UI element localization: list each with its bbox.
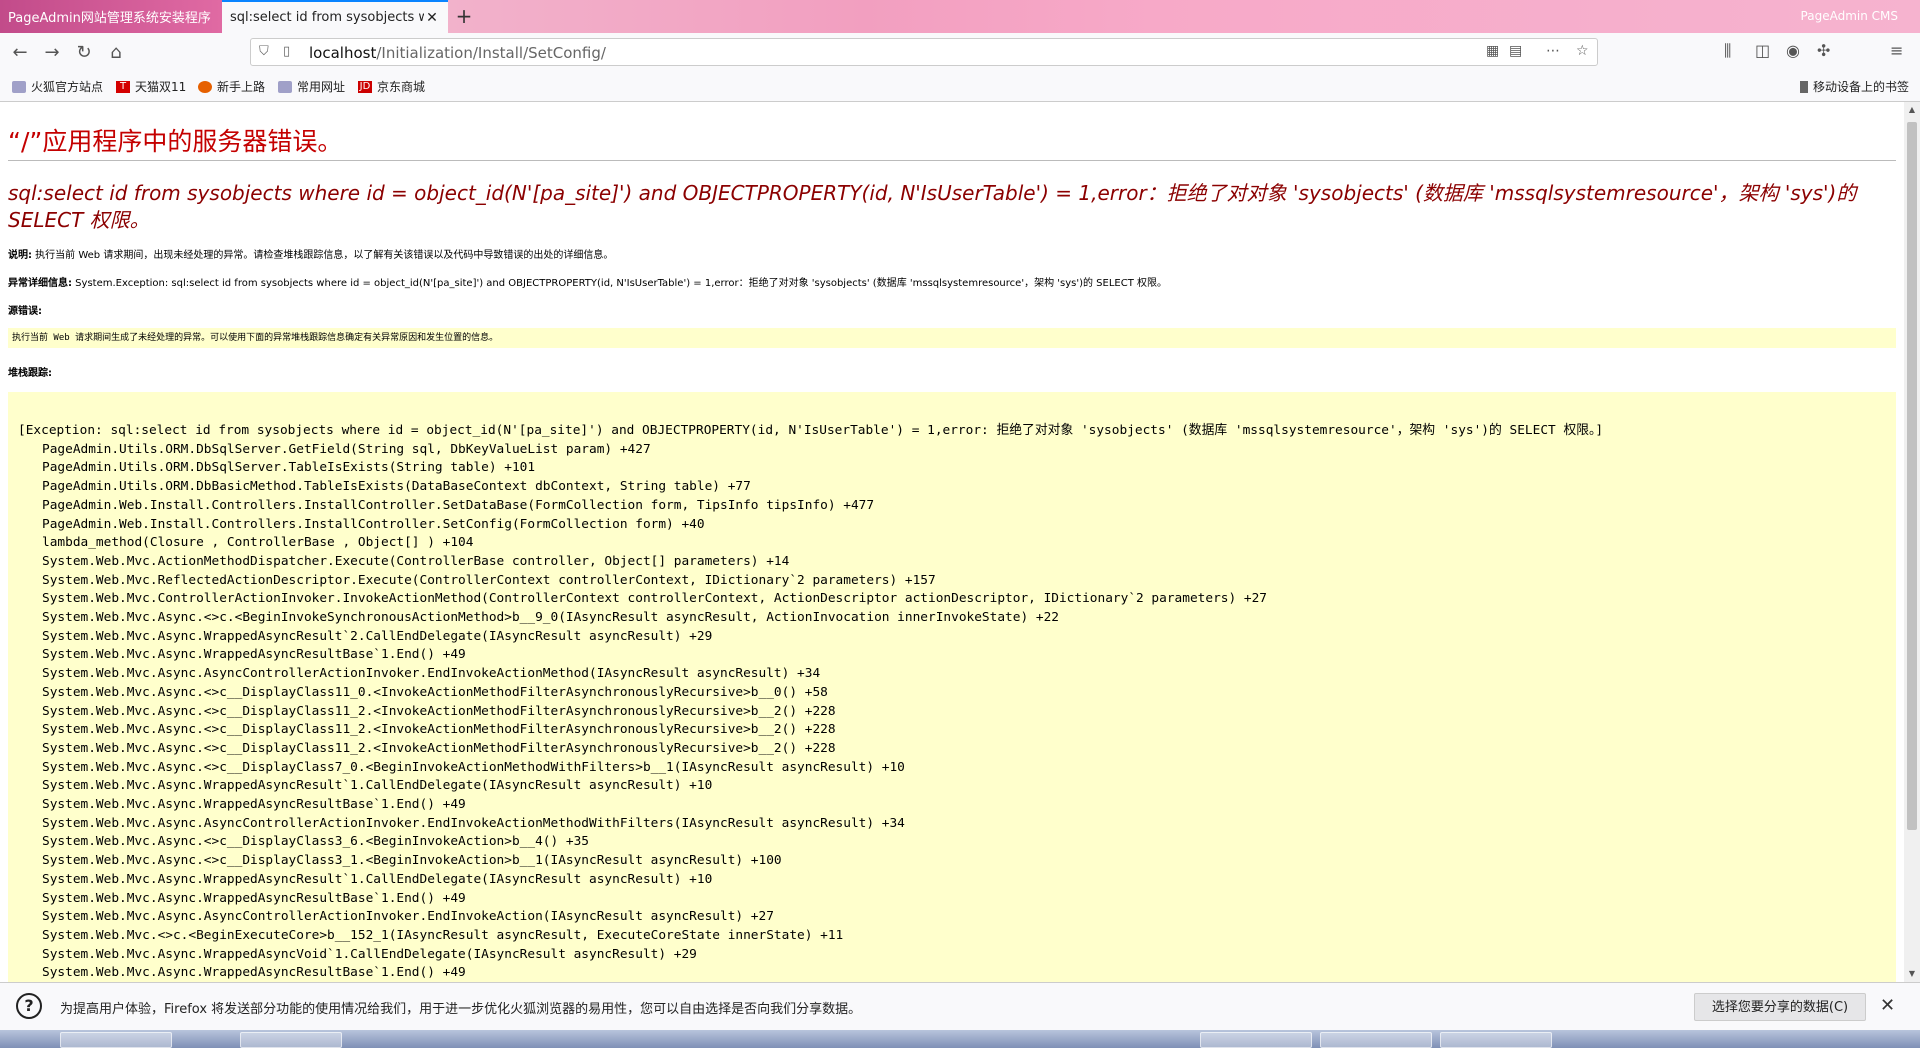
url-text[interactable]: localhost/Initialization/Install/SetConf… <box>309 44 606 62</box>
page-content: “/”应用程序中的服务器错误。 sql:select id from sysob… <box>0 102 1904 982</box>
taskbar-item[interactable] <box>240 1032 342 1048</box>
bookmark-item[interactable]: 新手上路 <box>198 78 265 95</box>
stack-line: System.Web.Mvc.Async.WrappedAsyncResult`… <box>42 628 713 644</box>
source-error-box: 执行当前 Web 请求期间生成了未经处理的异常。可以使用下面的异常堆栈跟踪信息确… <box>8 328 1896 348</box>
tab-label: sql:select id from sysobjects whe <box>230 10 424 25</box>
stack-line: System.Web.Mvc.Async.<>c__DisplayClass11… <box>42 740 836 756</box>
close-icon[interactable]: ✕ <box>1880 995 1895 1016</box>
stack-line: System.Web.Mvc.ReflectedActionDescriptor… <box>42 572 936 588</box>
tab-label: PageAdmin网站管理系统安装程序 <box>8 11 211 26</box>
stack-trace-label: 堆栈跟踪: <box>8 368 52 379</box>
stack-line: System.Web.Mvc.Async.WrappedAsyncVoid`1.… <box>42 946 697 962</box>
source-error-label: 源错误: <box>8 306 42 317</box>
stack-line: System.Web.Mvc.ActionMethodDispatcher.Ex… <box>42 553 790 569</box>
mobile-icon <box>1800 80 1808 93</box>
folder-icon <box>12 80 26 93</box>
stack-line: System.Web.Mvc.Async.WrappedAsyncResultB… <box>42 797 466 813</box>
tmall-icon: T <box>116 80 130 93</box>
stack-line: System.Web.Mvc.ControllerActionInvoker.I… <box>42 591 1267 607</box>
home-icon[interactable]: ⌂ <box>104 41 128 65</box>
extension-icon[interactable]: ✣ <box>1817 41 1830 60</box>
divider <box>8 160 1896 161</box>
menu-icon[interactable]: ≡ <box>1890 41 1903 60</box>
reload-icon[interactable]: ↻ <box>72 41 96 65</box>
scroll-up-icon[interactable]: ▲ <box>1904 102 1920 118</box>
scrollbar[interactable]: ▲ ▼ <box>1904 102 1920 982</box>
scroll-down-icon[interactable]: ▼ <box>1904 966 1920 982</box>
stack-line: System.Web.Mvc.Async.WrappedAsyncResult`… <box>42 871 713 887</box>
qr-icon[interactable]: ▦ <box>1486 43 1499 59</box>
description: 说明: 执行当前 Web 请求期间，出现未经处理的异常。请检查堆栈跟踪信息，以了… <box>8 250 614 261</box>
stack-line: System.Web.Mvc.Async.WrappedAsyncResultB… <box>42 890 466 906</box>
star-icon[interactable]: ☆ <box>1576 43 1589 59</box>
stack-line: System.Web.Mvc.Async.WrappedAsyncResultB… <box>42 965 466 981</box>
share-data-button[interactable]: 选择您要分享的数据(C) <box>1694 993 1866 1021</box>
stack-line: System.Web.Mvc.Async.WrappedAsyncResult`… <box>42 778 713 794</box>
mobile-bookmarks[interactable]: 移动设备上的书签 <box>1800 78 1909 95</box>
stack-line: lambda_method(Closure , ControllerBase ,… <box>42 535 474 551</box>
stack-line: System.Web.Mvc.<>c.<BeginExecuteCore>b__… <box>42 927 844 943</box>
stack-line: System.Web.Mvc.Async.<>c__DisplayClass3_… <box>42 853 782 869</box>
stack-line: PageAdmin.Utils.ORM.DbSqlServer.TableIsE… <box>42 460 536 476</box>
nav-bar: ← → ↻ ⌂ ⛉ ▯ localhost/Initialization/Ins… <box>0 33 1920 74</box>
folder-icon <box>278 80 292 93</box>
exception-details: 异常详细信息: System.Exception: sql:select id … <box>8 278 1167 289</box>
stack-line: System.Web.Mvc.Async.<>c__DisplayClass3_… <box>42 834 590 850</box>
close-icon[interactable]: ✕ <box>424 10 440 26</box>
bookmark-item[interactable]: 火狐官方站点 <box>12 78 103 95</box>
firefox-icon <box>198 80 212 93</box>
stack-line: PageAdmin.Web.Install.Controllers.Instal… <box>42 497 875 513</box>
account-icon[interactable]: ◉ <box>1786 41 1800 60</box>
tab-strip: PageAdmin网站管理系统安装程序 sql:select id from s… <box>0 0 1920 33</box>
stack-trace-box: [Exception: sql:select id from sysobject… <box>8 392 1896 982</box>
stack-lines: PageAdmin.Utils.ORM.DbSqlServer.GetField… <box>18 441 1896 982</box>
back-icon[interactable]: ← <box>8 41 32 65</box>
error-message: sql:select id from sysobjects where id =… <box>8 181 1857 232</box>
taskbar-item[interactable] <box>1440 1032 1552 1048</box>
taskbar <box>0 1030 1920 1048</box>
stack-line: System.Web.Mvc.Async.<>c__DisplayClass7_… <box>42 759 905 775</box>
reader-icon[interactable]: ▤ <box>1509 43 1522 59</box>
new-tab-button[interactable]: + <box>452 4 476 28</box>
taskbar-item[interactable] <box>1200 1032 1312 1048</box>
stack-line: System.Web.Mvc.Async.<>c__DisplayClass11… <box>42 684 828 700</box>
tab-install[interactable]: PageAdmin网站管理系统安装程序 <box>0 0 222 33</box>
bookmark-item[interactable]: T 天猫双11 <box>116 78 186 95</box>
stack-line: System.Web.Mvc.Async.<>c__DisplayClass11… <box>42 703 836 719</box>
stack-line: System.Web.Mvc.Async.<>c.<BeginInvokeSyn… <box>42 610 1059 626</box>
url-bar[interactable]: ⛉ ▯ localhost/Initialization/Install/Set… <box>250 38 1598 66</box>
page-icon[interactable]: ▯ <box>283 44 290 59</box>
stack-line: PageAdmin.Utils.ORM.DbSqlServer.GetField… <box>42 441 651 457</box>
page-title: “/”应用程序中的服务器错误。 <box>8 127 343 156</box>
taskbar-item[interactable] <box>1320 1032 1432 1048</box>
forward-icon[interactable]: → <box>40 41 64 65</box>
taskbar-item[interactable] <box>60 1032 172 1048</box>
notification-text: 为提高用户体验，Firefox 将发送部分功能的使用情况给我们，用于进一步优化火… <box>60 1002 862 1017</box>
sidebar-icon[interactable]: ◫ <box>1755 41 1770 60</box>
stack-header: [Exception: sql:select id from sysobject… <box>18 423 1604 438</box>
bookmarks-bar: 火狐官方站点 T 天猫双11 新手上路 常用网址 JD 京东商城 移动设备上的书签 <box>0 73 1920 102</box>
jd-icon: JD <box>358 80 372 93</box>
more-icon[interactable]: ⋯ <box>1546 43 1560 59</box>
stack-line: System.Web.Mvc.Async.AsyncControllerActi… <box>42 666 821 682</box>
stack-line: PageAdmin.Web.Install.Controllers.Instal… <box>42 516 705 532</box>
library-icon[interactable]: ⫼ <box>1724 41 1731 61</box>
bookmark-item[interactable]: JD 京东商城 <box>358 78 425 95</box>
question-icon: ? <box>16 993 42 1019</box>
stack-line: System.Web.Mvc.Async.<>c__DisplayClass11… <box>42 722 836 738</box>
bookmark-item[interactable]: 常用网址 <box>278 78 345 95</box>
scroll-thumb[interactable] <box>1907 122 1917 830</box>
stack-line: System.Web.Mvc.Async.AsyncControllerActi… <box>42 815 905 831</box>
stack-line: System.Web.Mvc.Async.WrappedAsyncResultB… <box>42 647 466 663</box>
stack-line: PageAdmin.Utils.ORM.DbBasicMethod.TableI… <box>42 479 751 495</box>
tab-error[interactable]: sql:select id from sysobjects whe ✕ <box>222 0 448 33</box>
stack-line: System.Web.Mvc.Async.AsyncControllerActi… <box>42 909 774 925</box>
notification-bar: ? 为提高用户体验，Firefox 将发送部分功能的使用情况给我们，用于进一步优… <box>0 982 1920 1031</box>
shield-icon[interactable]: ⛉ <box>259 44 269 59</box>
window-title: PageAdmin CMS <box>1800 9 1898 23</box>
